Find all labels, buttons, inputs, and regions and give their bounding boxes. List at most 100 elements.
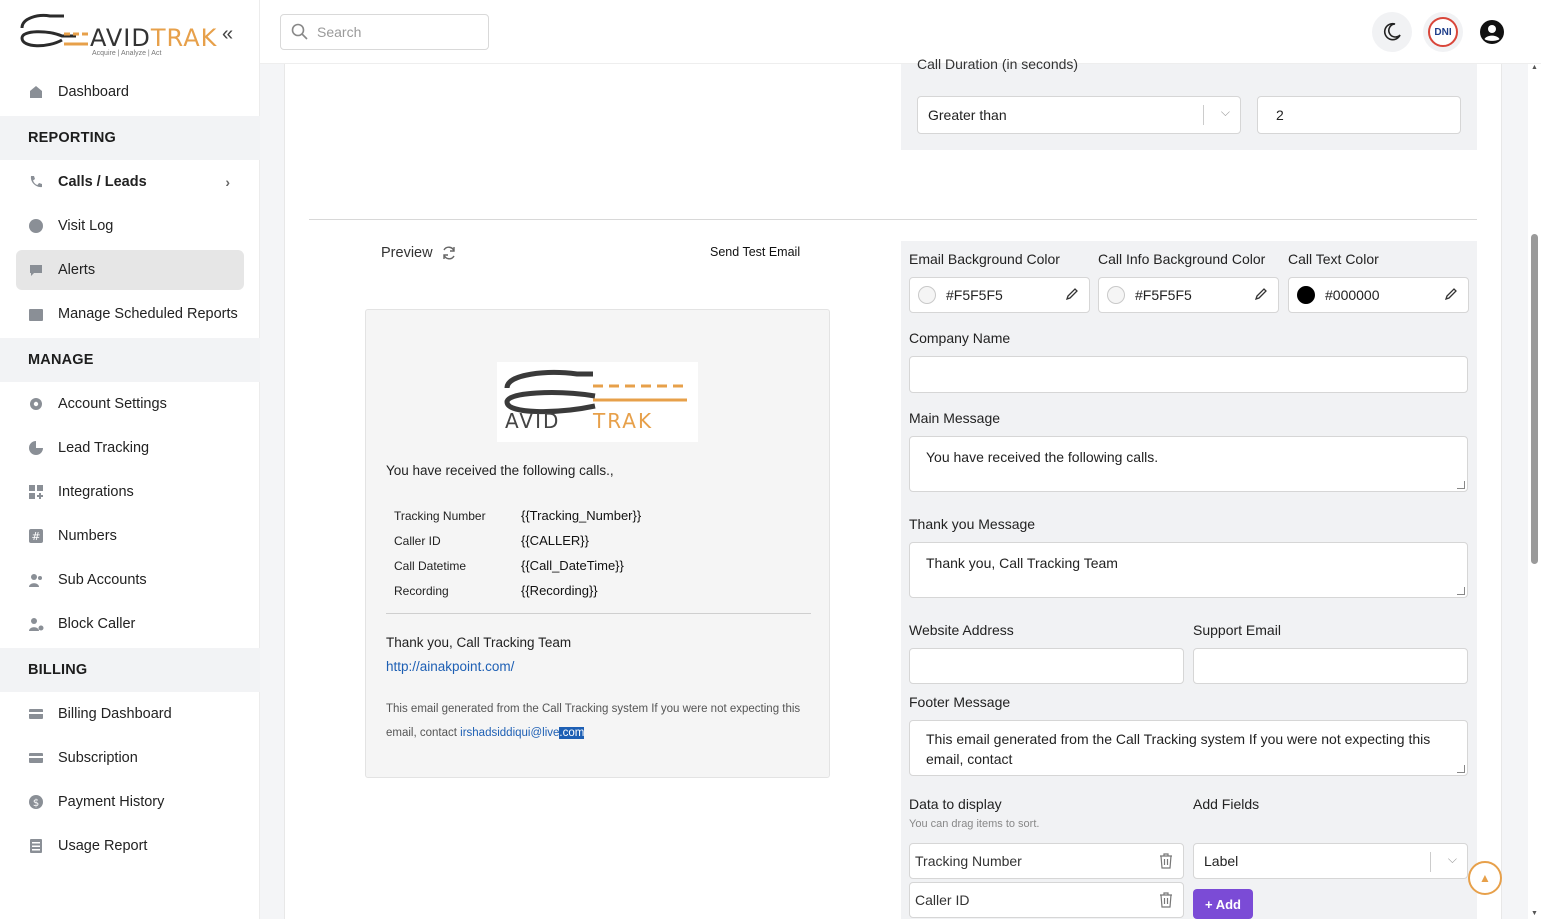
add-field-select[interactable]: Label ⌵ [1193,843,1468,879]
sidebar-item-dashboard[interactable]: Dashboard [16,72,244,112]
hash-icon: # [28,528,44,544]
scrollbar-thumb[interactable] [1531,234,1538,564]
search-box[interactable] [280,14,489,50]
svg-text:AVID: AVID [505,409,560,433]
search-input[interactable] [317,24,477,40]
card-clock-icon [28,750,44,766]
pencil-icon[interactable] [1065,287,1079,301]
main-message-textarea[interactable]: You have received the following calls. [909,436,1468,492]
color-swatch[interactable] [918,286,936,304]
data-to-display-label: Data to display [909,796,1002,812]
email-bg-color-field[interactable]: #F5F5F5 [909,277,1090,313]
sidebar-item-visit-log[interactable]: Visit Log [16,206,244,246]
sidebar-item-subscription[interactable]: Subscription [16,738,244,778]
moon-icon [1384,22,1401,41]
sidebar-item-label: Manage Scheduled Reports [58,306,238,322]
sidebar-item-numbers[interactable]: # Numbers [16,516,244,556]
sidebar-item-label: Dashboard [58,84,129,100]
call-info-bg-color-label: Call Info Background Color [1098,251,1266,267]
website-address-input[interactable] [909,648,1184,684]
company-name-input[interactable] [909,356,1468,393]
email-settings-panel: Email Background Color Call Info Backgro… [901,241,1477,919]
color-swatch[interactable] [1107,286,1125,304]
sidebar-item-block-caller[interactable]: Block Caller [16,604,244,644]
sidebar-item-label: Block Caller [58,616,136,632]
sidebar-item-lead-tracking[interactable]: Lead Tracking [16,428,244,468]
sidebar-item-label: Alerts [58,262,96,278]
dni-badge: DNI [1428,17,1458,47]
sidebar-item-label: Calls / Leads [58,174,147,190]
chat-icon [28,262,44,278]
sidebar-item-sub-accounts[interactable]: Sub Accounts [16,560,244,600]
call-info-bg-color-field[interactable]: #F5F5F5 [1098,277,1279,313]
topbar: DNI [260,0,1541,64]
color-value: #000000 [1325,287,1380,303]
table-row: Call Datetime {{Call_DateTime}} [394,553,641,578]
sidebar-item-alerts[interactable]: Alerts [16,250,244,290]
dollar-icon: $ [28,794,44,810]
display-item-caller-id[interactable]: Caller ID [909,882,1184,918]
row-key: Caller ID [394,533,441,548]
collapse-sidebar-icon[interactable]: « [222,24,242,44]
preview-main-message: You have received the following calls., [386,463,614,478]
sidebar-item-label: Sub Accounts [58,572,147,588]
section-divider [309,219,1477,220]
pencil-icon[interactable] [1254,287,1268,301]
call-text-color-field[interactable]: #000000 [1288,277,1469,313]
sidebar-item-account-settings[interactable]: Account Settings [16,384,244,424]
add-field-button[interactable]: + Add [1193,889,1253,919]
grid-plus-icon [28,484,44,500]
sidebar-item-usage-report[interactable]: Usage Report [16,826,244,866]
dni-button[interactable]: DNI [1423,12,1463,52]
sidebar-item-label: Subscription [58,750,138,766]
avidtrak-logo[interactable]: AVIDTRAK Acquire | Analyze | Act [18,10,218,62]
user-avatar-icon [1480,20,1504,44]
add-field-selected: Label [1204,853,1239,869]
thank-you-message-textarea[interactable]: Thank you, Call Tracking Team [909,542,1468,598]
preview-website-link[interactable]: http://ainakpoint.com/ [386,659,514,674]
refresh-icon[interactable] [441,245,457,261]
send-test-email-button[interactable]: Send Test Email [710,245,800,259]
scroll-to-top-button[interactable]: ▲ [1468,861,1502,895]
sidebar-item-label: Visit Log [58,218,114,234]
home-icon [28,84,44,100]
trash-icon[interactable] [1159,853,1173,869]
footer-text: This email generated from the Call Track… [386,703,801,739]
search-icon [291,23,308,40]
drag-hint: You can drag items to sort. [909,818,1040,830]
sidebar-item-label: Account Settings [58,396,167,412]
display-item-tracking-number[interactable]: Tracking Number [909,843,1184,879]
email-preview: AVID TRAK You have received the followin… [365,309,830,778]
scroll-down-arrow-icon[interactable]: ▼ [1531,910,1538,917]
section-reporting: REPORTING [0,116,260,160]
pencil-icon[interactable] [1444,287,1458,301]
sidebar-item-label: Payment History [58,794,165,810]
email-bg-color-label: Email Background Color [909,251,1060,267]
footer-message-textarea[interactable]: This email generated from the Call Track… [909,720,1468,776]
scroll-up-arrow-icon[interactable]: ▲ [1531,64,1538,71]
main-message-label: Main Message [909,410,1001,426]
svg-text:#: # [31,530,40,543]
duration-operator-select[interactable]: Greater than ⌵ [917,96,1241,134]
footer-email-link[interactable]: irshadsiddiqui@live.com [460,727,585,739]
duration-value-input[interactable]: 2 [1257,96,1461,134]
trash-icon[interactable] [1159,892,1173,908]
user-menu[interactable] [1472,12,1512,52]
globe-icon [28,218,44,234]
sidebar-item-scheduled-reports[interactable]: Manage Scheduled Reports [16,294,244,334]
row-value: {{CALLER}} [521,533,589,548]
color-value: #F5F5F5 [1135,287,1192,303]
support-email-input[interactable] [1193,648,1468,684]
sidebar-item-billing-dashboard[interactable]: Billing Dashboard [16,694,244,734]
sidebar-item-integrations[interactable]: Integrations [16,472,244,512]
sidebar-item-payment-history[interactable]: $ Payment History [16,782,244,822]
call-duration-label: Call Duration (in seconds) [917,56,1079,72]
sidebar-item-calls-leads[interactable]: Calls / Leads › [16,162,244,202]
sidebar-item-label: Integrations [58,484,134,500]
dark-mode-toggle[interactable] [1372,12,1412,52]
support-email-label: Support Email [1193,622,1281,638]
users-icon [28,572,44,588]
color-swatch[interactable] [1297,286,1315,304]
section-manage: MANAGE [0,338,260,382]
page-scrollbar[interactable]: ▲ ▼ [1528,64,1541,919]
